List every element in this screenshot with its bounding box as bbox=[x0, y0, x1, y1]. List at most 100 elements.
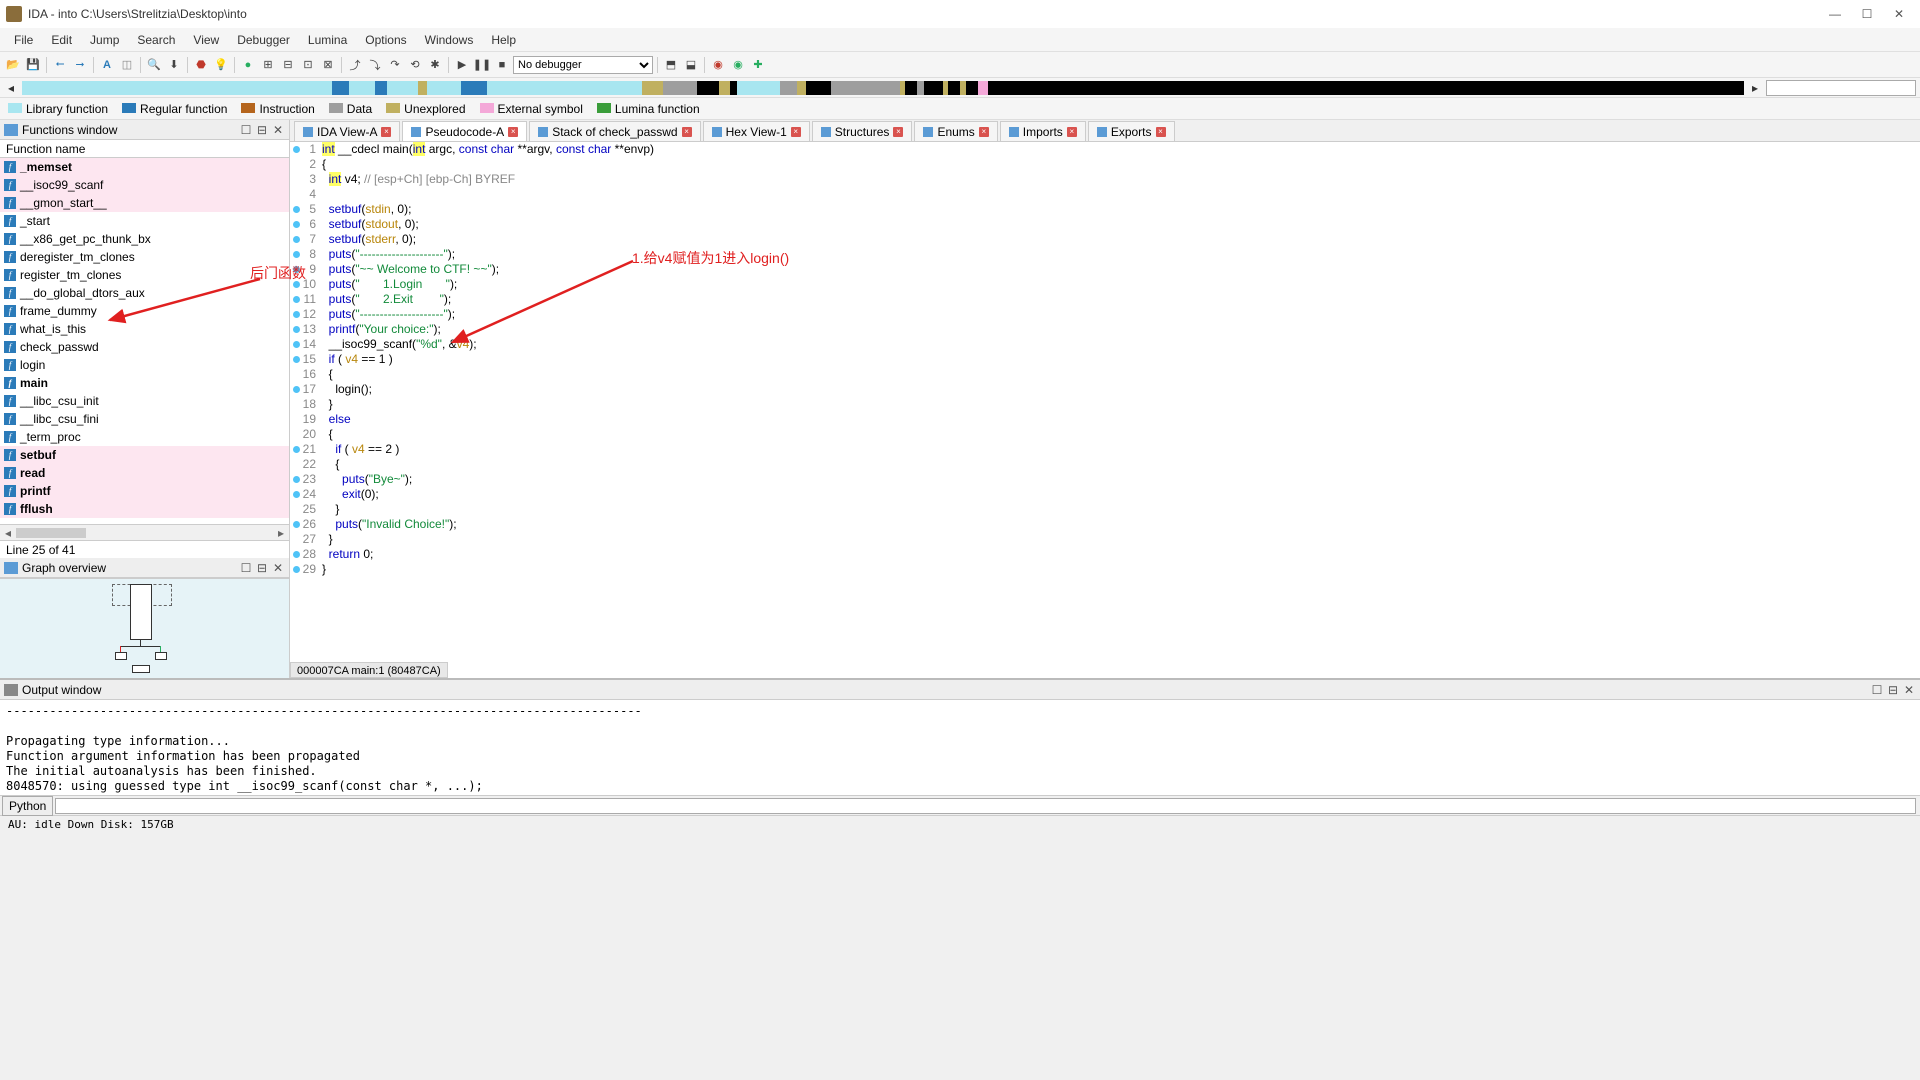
code-line[interactable]: 15 if ( v4 == 1 ) bbox=[290, 352, 1920, 367]
dbg1-icon[interactable]: ⊞ bbox=[259, 56, 277, 74]
code-line[interactable]: 16 { bbox=[290, 367, 1920, 382]
function-row[interactable]: f__x86_get_pc_thunk_bx bbox=[0, 230, 289, 248]
code-line[interactable]: 24 exit(0); bbox=[290, 487, 1920, 502]
code-line[interactable]: 3 int v4; // [esp+Ch] [ebp-Ch] BYREF bbox=[290, 172, 1920, 187]
tab-close-icon[interactable]: × bbox=[508, 127, 518, 137]
output-dock-icon[interactable]: ⊟ bbox=[1886, 683, 1900, 697]
play-icon[interactable]: ▶ bbox=[453, 56, 471, 74]
function-row[interactable]: f__libc_csu_fini bbox=[0, 410, 289, 428]
code-line[interactable]: 27 } bbox=[290, 532, 1920, 547]
menu-file[interactable]: File bbox=[6, 31, 41, 49]
ext4-icon[interactable]: ◉ bbox=[729, 56, 747, 74]
output-restore-icon[interactable]: ☐ bbox=[1870, 683, 1884, 697]
tab-pseudocode-a[interactable]: Pseudocode-A× bbox=[402, 121, 527, 141]
code-line[interactable]: 6 setbuf(stdout, 0); bbox=[290, 217, 1920, 232]
function-row[interactable]: f__do_global_dtors_aux bbox=[0, 284, 289, 302]
dbg2-icon[interactable]: ⊟ bbox=[279, 56, 297, 74]
function-row[interactable]: f__isoc99_scanf bbox=[0, 176, 289, 194]
dbg3-icon[interactable]: ⊡ bbox=[299, 56, 317, 74]
binary-icon[interactable]: ◫ bbox=[118, 56, 136, 74]
nav-left-icon[interactable]: ◂ bbox=[4, 81, 18, 95]
panel-restore-icon[interactable]: ☐ bbox=[239, 123, 253, 137]
code-line[interactable]: 13 printf("Your choice:"); bbox=[290, 322, 1920, 337]
panel-dock-icon[interactable]: ⊟ bbox=[255, 123, 269, 137]
code-line[interactable]: 10 puts(" 1.Login "); bbox=[290, 277, 1920, 292]
tab-exports[interactable]: Exports× bbox=[1088, 121, 1175, 141]
dbg4-icon[interactable]: ⊠ bbox=[319, 56, 337, 74]
function-row[interactable]: fderegister_tm_clones bbox=[0, 248, 289, 266]
function-row[interactable]: fread bbox=[0, 464, 289, 482]
function-row[interactable]: fsetbuf bbox=[0, 446, 289, 464]
tab-close-icon[interactable]: × bbox=[682, 127, 692, 137]
code-line[interactable]: 9 puts("~~ Welcome to CTF! ~~"); bbox=[290, 262, 1920, 277]
graph-dock-icon[interactable]: ⊟ bbox=[255, 561, 269, 575]
debugger-select[interactable]: No debugger bbox=[513, 56, 653, 74]
dbg6-icon[interactable]: ⤵ bbox=[366, 56, 384, 74]
tab-ida-view-a[interactable]: IDA View-A× bbox=[294, 121, 400, 141]
code-line[interactable]: 17 login(); bbox=[290, 382, 1920, 397]
functions-list[interactable]: f_memsetf__isoc99_scanff__gmon_start__f_… bbox=[0, 158, 289, 524]
code-line[interactable]: 26 puts("Invalid Choice!"); bbox=[290, 517, 1920, 532]
function-row[interactable]: fregister_tm_clones bbox=[0, 266, 289, 284]
code-area[interactable]: 1int __cdecl main(int argc, const char *… bbox=[290, 142, 1920, 678]
graph-overview[interactable] bbox=[0, 578, 289, 678]
code-line[interactable]: 1int __cdecl main(int argc, const char *… bbox=[290, 142, 1920, 157]
menu-search[interactable]: Search bbox=[129, 31, 183, 49]
code-line[interactable]: 4 bbox=[290, 187, 1920, 202]
menu-help[interactable]: Help bbox=[483, 31, 524, 49]
function-row[interactable]: fcheck_passwd bbox=[0, 338, 289, 356]
tab-structures[interactable]: Structures× bbox=[812, 121, 913, 141]
maximize-button[interactable]: ☐ bbox=[1860, 7, 1874, 21]
code-line[interactable]: 21 if ( v4 == 2 ) bbox=[290, 442, 1920, 457]
output-close-icon[interactable]: ✕ bbox=[1902, 683, 1916, 697]
code-line[interactable]: 25 } bbox=[290, 502, 1920, 517]
menu-options[interactable]: Options bbox=[357, 31, 414, 49]
code-line[interactable]: 5 setbuf(stdin, 0); bbox=[290, 202, 1920, 217]
menu-view[interactable]: View bbox=[185, 31, 227, 49]
stop2-icon[interactable]: ■ bbox=[493, 56, 511, 74]
code-line[interactable]: 14 __isoc99_scanf("%d", &v4); bbox=[290, 337, 1920, 352]
close-button[interactable]: ✕ bbox=[1892, 7, 1906, 21]
menu-windows[interactable]: Windows bbox=[417, 31, 482, 49]
functions-column-header[interactable]: Function name bbox=[0, 140, 289, 158]
fwd-icon[interactable]: ⭢ bbox=[71, 56, 89, 74]
ext1-icon[interactable]: ⬒ bbox=[662, 56, 680, 74]
code-line[interactable]: 8 puts("---------------------"); bbox=[290, 247, 1920, 262]
function-row[interactable]: f_memset bbox=[0, 158, 289, 176]
function-row[interactable]: flogin bbox=[0, 356, 289, 374]
tab-close-icon[interactable]: × bbox=[791, 127, 801, 137]
dbg5-icon[interactable]: ⤴ bbox=[346, 56, 364, 74]
pause-icon[interactable]: ❚❚ bbox=[473, 56, 491, 74]
code-line[interactable]: 18 } bbox=[290, 397, 1920, 412]
nav-goto-input[interactable] bbox=[1766, 80, 1916, 96]
python-label[interactable]: Python bbox=[2, 796, 53, 816]
code-line[interactable]: 20 { bbox=[290, 427, 1920, 442]
function-row[interactable]: fframe_dummy bbox=[0, 302, 289, 320]
code-line[interactable]: 28 return 0; bbox=[290, 547, 1920, 562]
graph-restore-icon[interactable]: ☐ bbox=[239, 561, 253, 575]
tab-enums[interactable]: Enums× bbox=[914, 121, 997, 141]
function-row[interactable]: fwhat_is_this bbox=[0, 320, 289, 338]
functions-hscroll[interactable]: ◂▸ bbox=[0, 524, 289, 540]
tab-close-icon[interactable]: × bbox=[893, 127, 903, 137]
code-line[interactable]: 11 puts(" 2.Exit "); bbox=[290, 292, 1920, 307]
dbg7-icon[interactable]: ↷ bbox=[386, 56, 404, 74]
function-row[interactable]: fprintf bbox=[0, 482, 289, 500]
back-icon[interactable]: ⭠ bbox=[51, 56, 69, 74]
nav-right-icon[interactable]: ▸ bbox=[1748, 81, 1762, 95]
menu-lumina[interactable]: Lumina bbox=[300, 31, 355, 49]
nav-strip[interactable] bbox=[22, 81, 1744, 95]
ext3-icon[interactable]: ◉ bbox=[709, 56, 727, 74]
menu-debugger[interactable]: Debugger bbox=[229, 31, 298, 49]
function-row[interactable]: ffflush bbox=[0, 500, 289, 518]
open-icon[interactable]: 📂 bbox=[4, 56, 22, 74]
stop-icon[interactable]: ⬣ bbox=[192, 56, 210, 74]
code-line[interactable]: 29} bbox=[290, 562, 1920, 577]
menu-jump[interactable]: Jump bbox=[82, 31, 127, 49]
tab-hex-view-1[interactable]: Hex View-1× bbox=[703, 121, 810, 141]
minimize-button[interactable]: — bbox=[1828, 7, 1842, 21]
ext2-icon[interactable]: ⬓ bbox=[682, 56, 700, 74]
tab-close-icon[interactable]: × bbox=[1067, 127, 1077, 137]
search-icon[interactable]: 🔍 bbox=[145, 56, 163, 74]
function-row[interactable]: f_term_proc bbox=[0, 428, 289, 446]
